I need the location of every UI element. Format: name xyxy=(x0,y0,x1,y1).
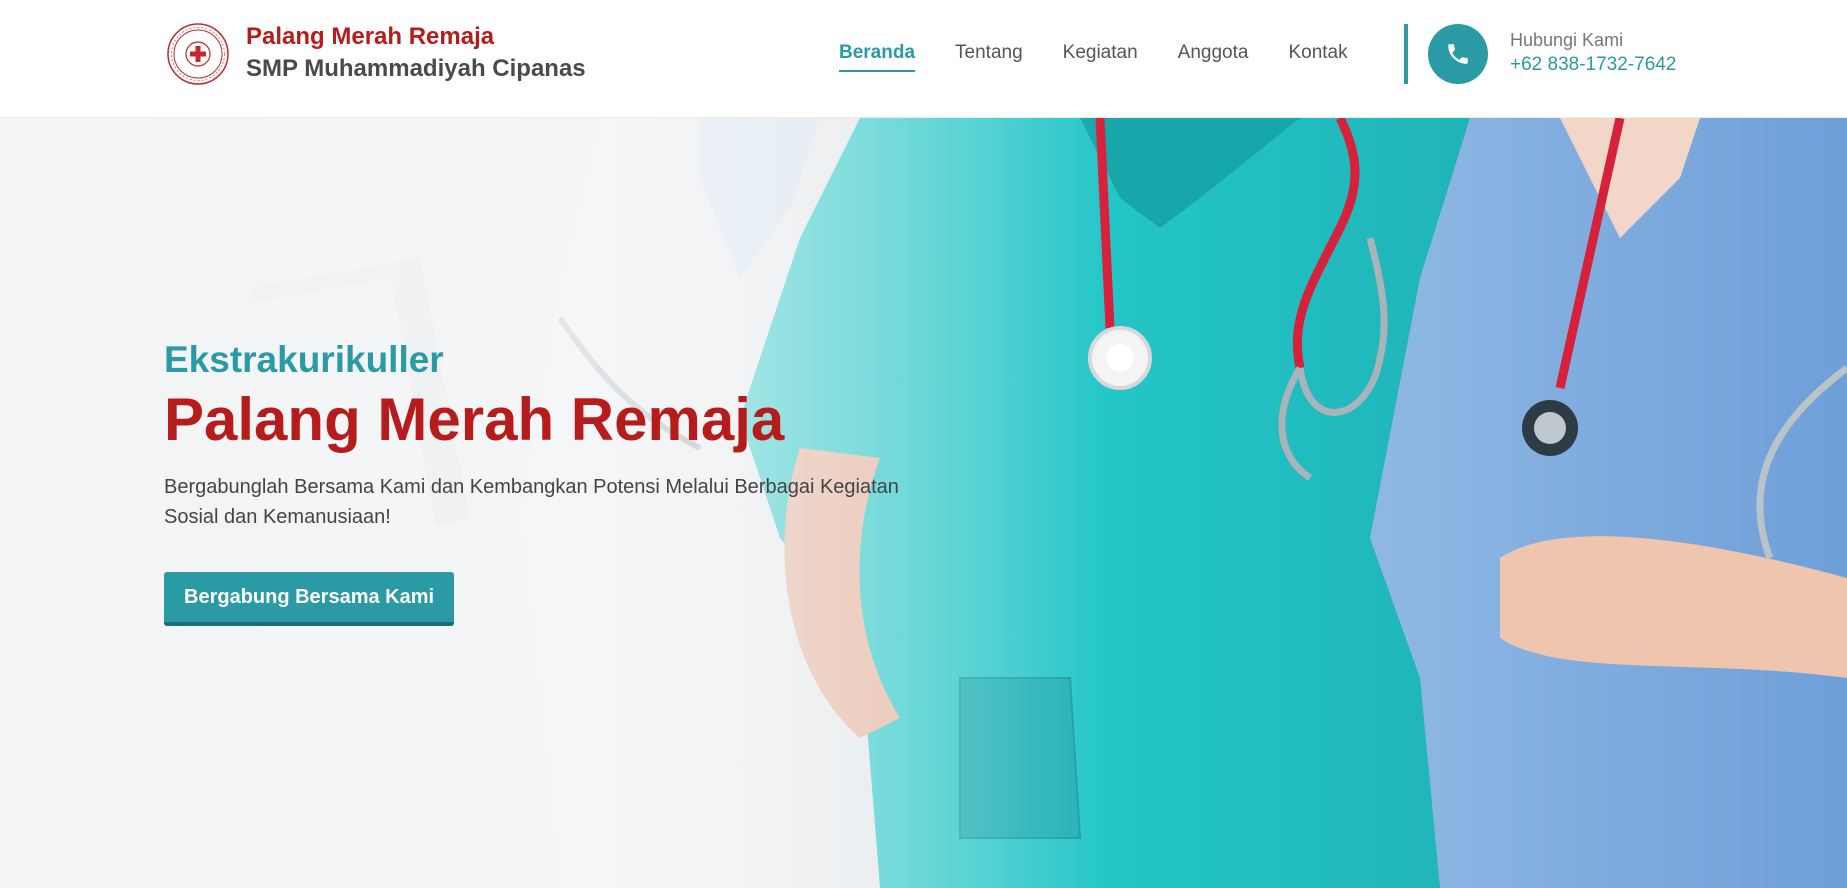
nav-item-beranda[interactable]: Beranda xyxy=(839,40,916,72)
join-us-button[interactable]: Bergabung Bersama Kami xyxy=(164,572,455,626)
hero-title: Palang Merah Remaja xyxy=(164,386,785,453)
hero-description: Bergabunglah Bersama Kami dan Kembangkan… xyxy=(164,476,899,528)
brand[interactable]: Palang Merah Remaja SMP Muhammadiyah Cip… xyxy=(166,22,586,86)
phone-button[interactable] xyxy=(1428,24,1488,84)
contact-phone-number[interactable]: +62 838-1732-7642 xyxy=(1510,52,1676,78)
nav-item-anggota[interactable]: Anggota xyxy=(1178,40,1249,72)
pmr-emblem-icon xyxy=(167,23,229,85)
contact-label: Hubungi Kami xyxy=(1510,30,1624,50)
brand-text: Palang Merah Remaja SMP Muhammadiyah Cip… xyxy=(246,22,586,86)
phone-icon xyxy=(1448,44,1468,64)
hero-content: Ekstrakurikuller Palang Merah Remaja Ber… xyxy=(164,338,924,626)
hero-eyebrow: Ekstrakurikuller xyxy=(164,339,444,380)
brand-subtitle: SMP Muhammadiyah Cipanas xyxy=(246,55,586,82)
contact-info: Hubungi Kami +62 838-1732-7642 xyxy=(1510,28,1676,78)
brand-title: Palang Merah Remaja xyxy=(246,23,495,50)
nav-item-kontak[interactable]: Kontak xyxy=(1288,40,1347,72)
hero-section: Ekstrakurikuller Palang Merah Remaja Ber… xyxy=(0,118,1847,888)
site-header: Palang Merah Remaja SMP Muhammadiyah Cip… xyxy=(0,0,1847,118)
nav-divider xyxy=(1404,24,1408,84)
nav-item-tentang[interactable]: Tentang xyxy=(955,40,1023,72)
nav-item-kegiatan[interactable]: Kegiatan xyxy=(1063,40,1138,72)
main-nav: Beranda Tentang Kegiatan Anggota Kontak xyxy=(839,40,1388,72)
